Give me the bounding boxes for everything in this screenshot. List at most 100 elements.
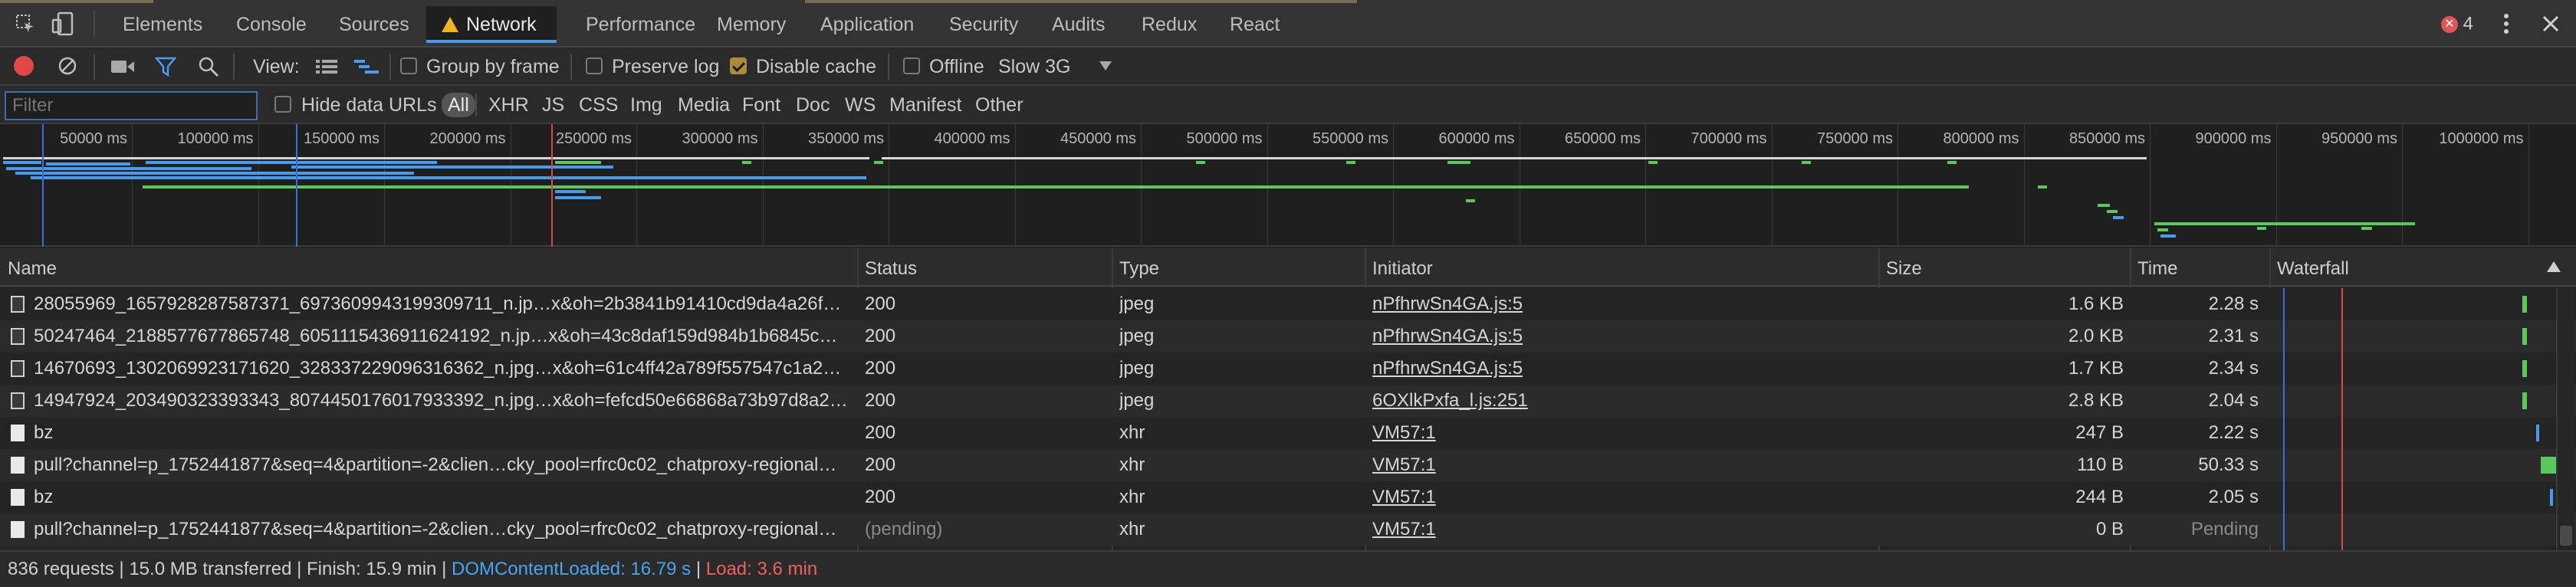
filter-type-css[interactable]: CSS	[579, 93, 618, 117]
column-header-initiator[interactable]: Initiator	[1372, 258, 1433, 280]
disable-cache-checkbox[interactable]	[730, 57, 747, 74]
request-initiator[interactable]: nPfhrwSn4GA.js:5	[1372, 288, 1863, 320]
overview-tick-line	[2275, 124, 2277, 247]
tab-audits[interactable]: Audits	[1052, 6, 1105, 43]
record-button[interactable]	[14, 56, 34, 76]
tab-console[interactable]: Console	[236, 6, 307, 43]
separator	[233, 54, 235, 80]
overview-bar	[2157, 228, 2168, 231]
request-name: 28055969_1657928287587371_69736099431993…	[34, 294, 842, 314]
filter-type-font[interactable]: Font	[742, 93, 780, 117]
status-bar: 836 requests | 15.0 MB transferred | Fin…	[0, 550, 2576, 587]
filter-icon[interactable]	[154, 57, 177, 77]
column-header-waterfall[interactable]: Waterfall	[2277, 258, 2349, 280]
column-header-size[interactable]: Size	[1886, 258, 1922, 280]
offline-checkbox[interactable]	[903, 57, 920, 74]
column-header-time[interactable]: Time	[2137, 258, 2177, 280]
image-file-icon	[11, 296, 25, 313]
page-preview-strip	[0, 0, 153, 3]
request-name: pull?channel=p_1752441877&seq=4&partitio…	[34, 454, 837, 475]
request-status: 200	[865, 454, 896, 475]
column-header-type[interactable]: Type	[1119, 258, 1159, 280]
hide-data-urls-checkbox[interactable]	[274, 96, 291, 113]
blank-file-icon	[11, 489, 25, 506]
overview-tick-label: 300000 ms	[682, 130, 758, 147]
tab-react[interactable]: React	[1230, 6, 1280, 43]
filter-type-ws[interactable]: WS	[845, 93, 876, 117]
warning-icon	[442, 17, 458, 32]
request-initiator[interactable]: nPfhrwSn4GA.js:5	[1372, 353, 1863, 385]
separator	[570, 54, 572, 80]
filter-type-other[interactable]: Other	[975, 93, 1024, 117]
request-size: 2.8 KB	[2068, 390, 2124, 411]
request-initiator[interactable]: VM57:1	[1372, 481, 1863, 513]
filter-type-doc[interactable]: Doc	[796, 93, 830, 117]
scrollbar-thumb[interactable]	[2560, 526, 2572, 546]
request-name: 14670693_1302069923171620_32833722909631…	[34, 358, 842, 379]
tab-sources[interactable]: Sources	[339, 6, 409, 43]
waterfall-bar	[2550, 489, 2553, 506]
request-initiator[interactable]: VM57:1	[1372, 449, 1863, 481]
overview-bar	[2098, 204, 2110, 207]
filter-type-js[interactable]: JS	[542, 93, 564, 117]
filter-type-manifest[interactable]: Manifest	[889, 93, 961, 117]
waterfall-view-icon[interactable]	[354, 58, 379, 75]
overview-tick-label: 350000 ms	[808, 130, 884, 147]
error-counter[interactable]: ✕ 4	[2441, 13, 2473, 34]
filter-type-media[interactable]: Media	[678, 93, 730, 117]
inspect-element-icon[interactable]	[15, 14, 35, 34]
filter-input[interactable]	[5, 91, 258, 120]
error-circle-icon: ✕	[2441, 15, 2458, 33]
waterfall-bar	[2522, 392, 2527, 409]
dcl-marker-line	[2283, 288, 2285, 550]
overview-bar	[143, 185, 1969, 189]
request-name: 50247464_2188577677865748_60511154369116…	[34, 326, 838, 346]
request-initiator[interactable]: VM57:1	[1372, 513, 1863, 546]
tab-security[interactable]: Security	[949, 6, 1018, 43]
request-size: 110 B	[2077, 454, 2124, 475]
overview-tick-label: 900000 ms	[2195, 130, 2272, 147]
dropdown-arrow-icon[interactable]	[1099, 61, 1112, 71]
scrollbar[interactable]	[2556, 288, 2574, 550]
request-time: 2.05 s	[2208, 487, 2259, 507]
column-header-name[interactable]: Name	[8, 258, 57, 280]
request-type: xhr	[1119, 454, 1145, 475]
tab-performance[interactable]: Performance	[586, 6, 695, 43]
filter-type-img[interactable]: Img	[630, 93, 662, 117]
tab-network[interactable]: Network	[426, 6, 557, 43]
overview-tick-line	[2023, 124, 2025, 247]
group-by-frame-checkbox[interactable]	[400, 57, 417, 74]
request-initiator[interactable]: 6OXlkPxfa_l.js:251	[1372, 385, 1863, 417]
device-toolbar-icon[interactable]	[51, 11, 77, 37]
filter-type-all[interactable]: All	[442, 93, 475, 117]
throttle-select[interactable]: Slow 3G	[998, 54, 1070, 79]
overview-bar	[2154, 222, 2415, 225]
sort-ascending-icon[interactable]	[2547, 261, 2561, 272]
blank-file-icon	[11, 425, 25, 441]
image-file-icon	[11, 360, 25, 377]
overview-bar	[2038, 185, 2047, 189]
column-header-status[interactable]: Status	[865, 258, 917, 280]
tab-application[interactable]: Application	[820, 6, 914, 43]
more-options-icon[interactable]	[2501, 12, 2512, 35]
search-icon[interactable]	[198, 56, 219, 77]
tab-elements[interactable]: Elements	[123, 6, 202, 43]
tab-memory[interactable]: Memory	[717, 6, 786, 43]
overview-bar	[146, 161, 437, 164]
request-initiator[interactable]: nPfhrwSn4GA.js:5	[1372, 320, 1863, 353]
close-devtools-icon[interactable]	[2541, 14, 2561, 34]
list-view-icon[interactable]	[316, 58, 337, 75]
waterfall-bar	[2522, 296, 2527, 313]
disable-cache-label: Disable cache	[756, 56, 877, 77]
overview-bar	[2361, 227, 2372, 230]
video-camera-icon[interactable]	[110, 58, 135, 75]
request-status: 200	[865, 422, 896, 443]
overview-tick-line	[2528, 124, 2529, 247]
blank-file-icon	[11, 521, 25, 538]
request-initiator[interactable]: VM57:1	[1372, 417, 1863, 449]
preserve-log-checkbox[interactable]	[586, 57, 603, 74]
filter-type-xhr[interactable]: XHR	[488, 93, 529, 117]
tab-redux[interactable]: Redux	[1142, 6, 1197, 43]
clear-icon[interactable]	[58, 56, 77, 76]
tab-network-label: Network	[466, 14, 537, 35]
